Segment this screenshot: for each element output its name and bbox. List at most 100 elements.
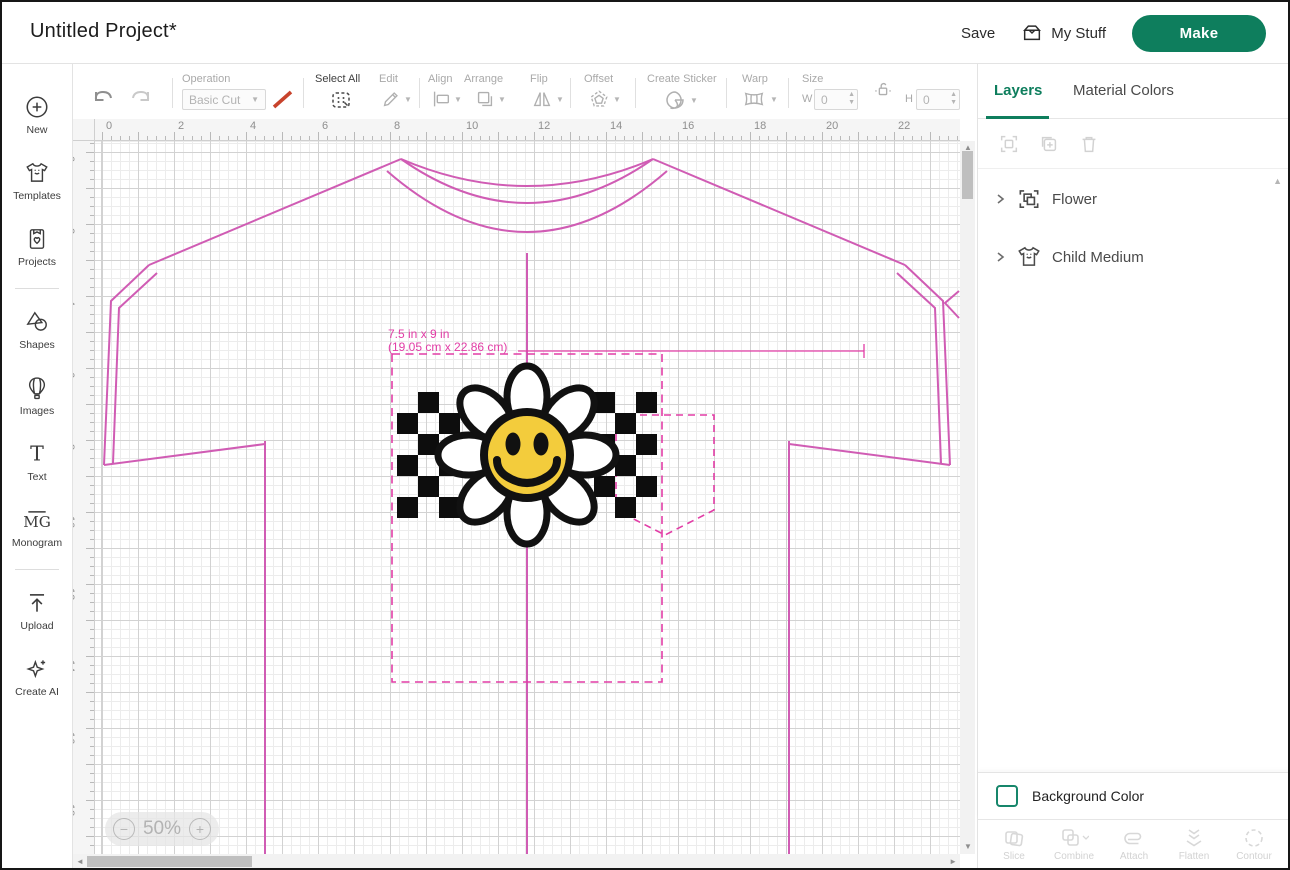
sidebar-item-shapes[interactable]: Shapes: [2, 297, 72, 363]
create-sticker-button[interactable]: ▼: [662, 88, 698, 112]
ruler-tick: [498, 132, 499, 140]
vertical-scrollbar[interactable]: ▲ ▼: [960, 141, 975, 854]
background-color-checkbox[interactable]: [996, 785, 1018, 807]
scroll-down-icon[interactable]: ▼: [964, 843, 972, 851]
ruler-tick: [444, 136, 445, 140]
tab-material-colors[interactable]: Material Colors: [1073, 82, 1174, 99]
ruler-tick: [426, 132, 427, 140]
lock-open-icon[interactable]: [872, 80, 894, 100]
sidebar-item-images[interactable]: Images: [2, 363, 72, 429]
sidebar-item-templates[interactable]: Templates: [2, 148, 72, 214]
select-all-button[interactable]: [329, 88, 353, 112]
ruler-tick: [90, 611, 94, 612]
zoom-in-button[interactable]: +: [189, 818, 211, 840]
ruler-tick: [102, 132, 103, 140]
flatten-button[interactable]: Flatten: [1165, 826, 1223, 862]
my-stuff-button[interactable]: My Stuff: [1021, 22, 1106, 44]
save-button[interactable]: Save: [961, 25, 995, 42]
horizontal-scroll-thumb[interactable]: [87, 856, 252, 867]
ruler-tick: [345, 136, 346, 140]
scroll-left-icon[interactable]: ◄: [76, 858, 84, 866]
horizontal-scrollbar[interactable]: ◄ ►: [73, 854, 960, 869]
vertical-scroll-thumb[interactable]: [962, 151, 973, 199]
duplicate-icon[interactable]: [1038, 133, 1060, 155]
chevron-right-icon[interactable]: [994, 251, 1006, 263]
make-button[interactable]: Make: [1132, 15, 1266, 52]
color-swatch[interactable]: [271, 89, 294, 110]
ruler-tick: [759, 136, 760, 140]
zoom-out-button[interactable]: −: [113, 818, 135, 840]
align-button[interactable]: ▼: [430, 88, 462, 110]
boolean-actions-bar: Slice Combine Attach Flatten: [978, 819, 1290, 870]
chevron-right-icon[interactable]: [994, 193, 1006, 205]
ruler-number: 14: [610, 120, 622, 132]
ruler-tick: [90, 710, 94, 711]
ruler-tick: [471, 136, 472, 140]
ruler-number: 4: [73, 300, 76, 306]
ruler-tick: [669, 136, 670, 140]
width-input[interactable]: 0 ▲▼: [814, 89, 858, 110]
warp-button[interactable]: ▼: [740, 88, 778, 110]
stepper-arrows[interactable]: ▲▼: [950, 91, 957, 107]
svg-text:T: T: [30, 442, 44, 466]
checker-cell: [636, 392, 657, 413]
tab-layers[interactable]: Layers: [994, 82, 1042, 99]
project-title[interactable]: Untitled Project*: [30, 20, 177, 43]
ruler-tick: [714, 132, 715, 140]
ruler-tick: [228, 136, 229, 140]
slice-button[interactable]: Slice: [985, 826, 1043, 862]
ruler-tick: [90, 593, 94, 594]
ruler-tick: [291, 136, 292, 140]
ruler-tick: [90, 467, 94, 468]
toolbar-separator: [419, 78, 420, 108]
ruler-tick: [363, 136, 364, 140]
tshirt-layer-icon: [1016, 244, 1042, 270]
layer-row-flower[interactable]: Flower: [978, 176, 1290, 222]
contour-button[interactable]: Contour: [1225, 826, 1283, 862]
attach-button[interactable]: Attach: [1105, 826, 1163, 862]
ruler-tick: [86, 332, 94, 333]
stepper-arrows[interactable]: ▲▼: [848, 91, 855, 107]
layer-row-child-medium[interactable]: Child Medium: [978, 234, 1290, 280]
ruler-tick: [156, 136, 157, 140]
sidebar-item-text[interactable]: T Text: [2, 429, 72, 495]
height-input[interactable]: 0 ▲▼: [916, 89, 960, 110]
redo-button[interactable]: [128, 84, 154, 108]
arrange-button[interactable]: ▼: [474, 88, 506, 110]
balloon-icon: [24, 375, 50, 401]
ruler-tick: [615, 136, 616, 140]
offset-button[interactable]: ▼: [587, 88, 621, 110]
sidebar-item-new[interactable]: New: [2, 82, 72, 148]
sidebar-item-monogram[interactable]: MG Monogram: [2, 495, 72, 561]
ruler-tick: [516, 136, 517, 140]
sidebar-item-projects[interactable]: Projects: [2, 214, 72, 280]
ruler-tick: [86, 404, 94, 405]
canvas-grid[interactable]: 7.5 in x 9 in (19.05 cm x 22.86 cm) − 50…: [95, 141, 960, 854]
flip-button[interactable]: ▼: [530, 88, 564, 110]
ruler-number: 10: [466, 120, 478, 132]
ruler-tick: [660, 136, 661, 140]
ruler-tick: [86, 836, 94, 837]
ruler-tick: [90, 530, 94, 531]
scroll-right-icon[interactable]: ►: [949, 858, 957, 866]
undo-button[interactable]: [90, 84, 116, 108]
ruler-tick: [90, 269, 94, 270]
zoom-control: − 50% +: [105, 812, 219, 846]
toolbar-separator: [726, 78, 727, 108]
checker-cell: [418, 392, 439, 413]
sidebar-item-create-ai[interactable]: Create AI: [2, 644, 72, 710]
ruler-tick: [90, 350, 94, 351]
checker-cell: [418, 476, 439, 497]
ruler-tick: [480, 136, 481, 140]
group-icon[interactable]: [998, 133, 1020, 155]
ruler-number: 2: [178, 120, 184, 132]
ruler-tick: [90, 323, 94, 324]
operation-dropdown[interactable]: Basic Cut ▼: [182, 89, 266, 110]
edit-button[interactable]: ▼: [380, 88, 412, 110]
ruler-tick: [86, 224, 94, 225]
combine-button[interactable]: Combine: [1045, 826, 1103, 862]
ruler-tick: [90, 737, 94, 738]
trash-icon[interactable]: [1078, 133, 1100, 155]
sidebar-item-upload[interactable]: Upload: [2, 578, 72, 644]
flower-design[interactable]: [397, 366, 657, 544]
